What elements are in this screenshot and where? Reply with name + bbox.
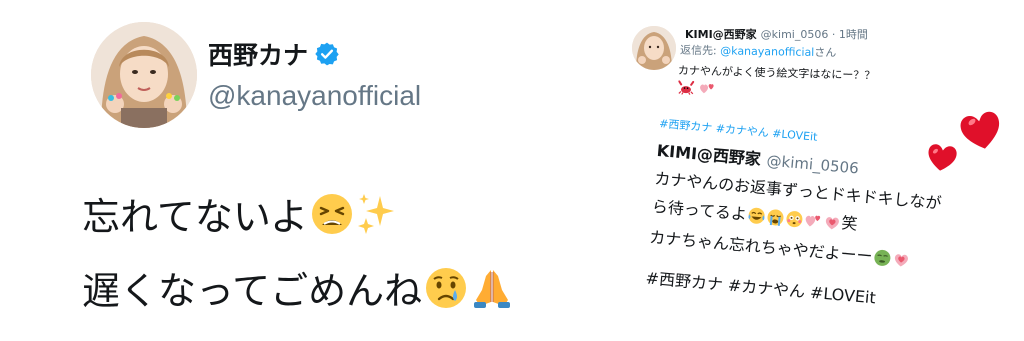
reply-to-line: 返信先: @kanayanofficialさん [680,42,837,61]
quote-handle: @kimi_0506 [765,151,860,178]
handle[interactable]: @kanayanofficial [208,80,421,112]
crying-face-emoji [424,266,468,319]
display-name[interactable]: 西野カナ [208,36,340,73]
reply-name-text: KIMI@西野家 [685,28,757,41]
flushed-emoji [785,209,805,232]
sparkles-emoji [356,192,398,245]
reply-avatar[interactable] [632,26,676,70]
reply-to-prefix: 返信先: [679,43,721,58]
joy-emoji [747,206,767,229]
red-heart-icon [928,144,957,171]
two-hearts-emoji [803,211,823,234]
reply-handle-time: @kimi_0506 · 1時間 [760,28,868,41]
nauseated-face-emoji [872,248,892,271]
two-hearts-emoji [699,80,716,100]
folded-hands-emoji [470,266,514,319]
main-tweet: 西野カナ @kanayanofficial 忘れてないよ 遅くなってごめんね [0,0,640,341]
display-name-text: 西野カナ [208,41,309,70]
tired-face-emoji [310,192,354,245]
crab-emoji [678,79,695,99]
verified-badge-icon [314,41,340,73]
reply-emoji-row [678,79,716,99]
quote-text: ら待ってるよ [651,196,748,224]
tweet-text: 遅くなってごめんね [82,269,423,313]
reply-to-link[interactable]: @kanayanofficial [720,44,814,59]
tweet-text-line-2: 遅くなってごめんね [82,260,514,319]
tweet-text: 忘れてないよ [82,195,309,239]
quote-name-text: KIMI@西野家 [656,140,762,169]
tweet-text-line-1: 忘れてないよ [82,186,398,245]
reply-screenshot: KIMI@西野家 @kimi_0506 · 1時間 返信先: @kanayanof… [620,0,1024,341]
sob-emoji [766,208,786,231]
red-heart-icon [960,111,1000,149]
profile-avatar[interactable] [91,22,197,128]
reply-to-suffix: さん [814,45,837,60]
quote-text-suffix: 笑 [840,213,859,234]
growing-heart-emoji [822,213,842,236]
growing-heart-emoji [891,250,911,273]
reply-user-name[interactable]: KIMI@西野家 @kimi_0506 · 1時間 [685,26,868,42]
